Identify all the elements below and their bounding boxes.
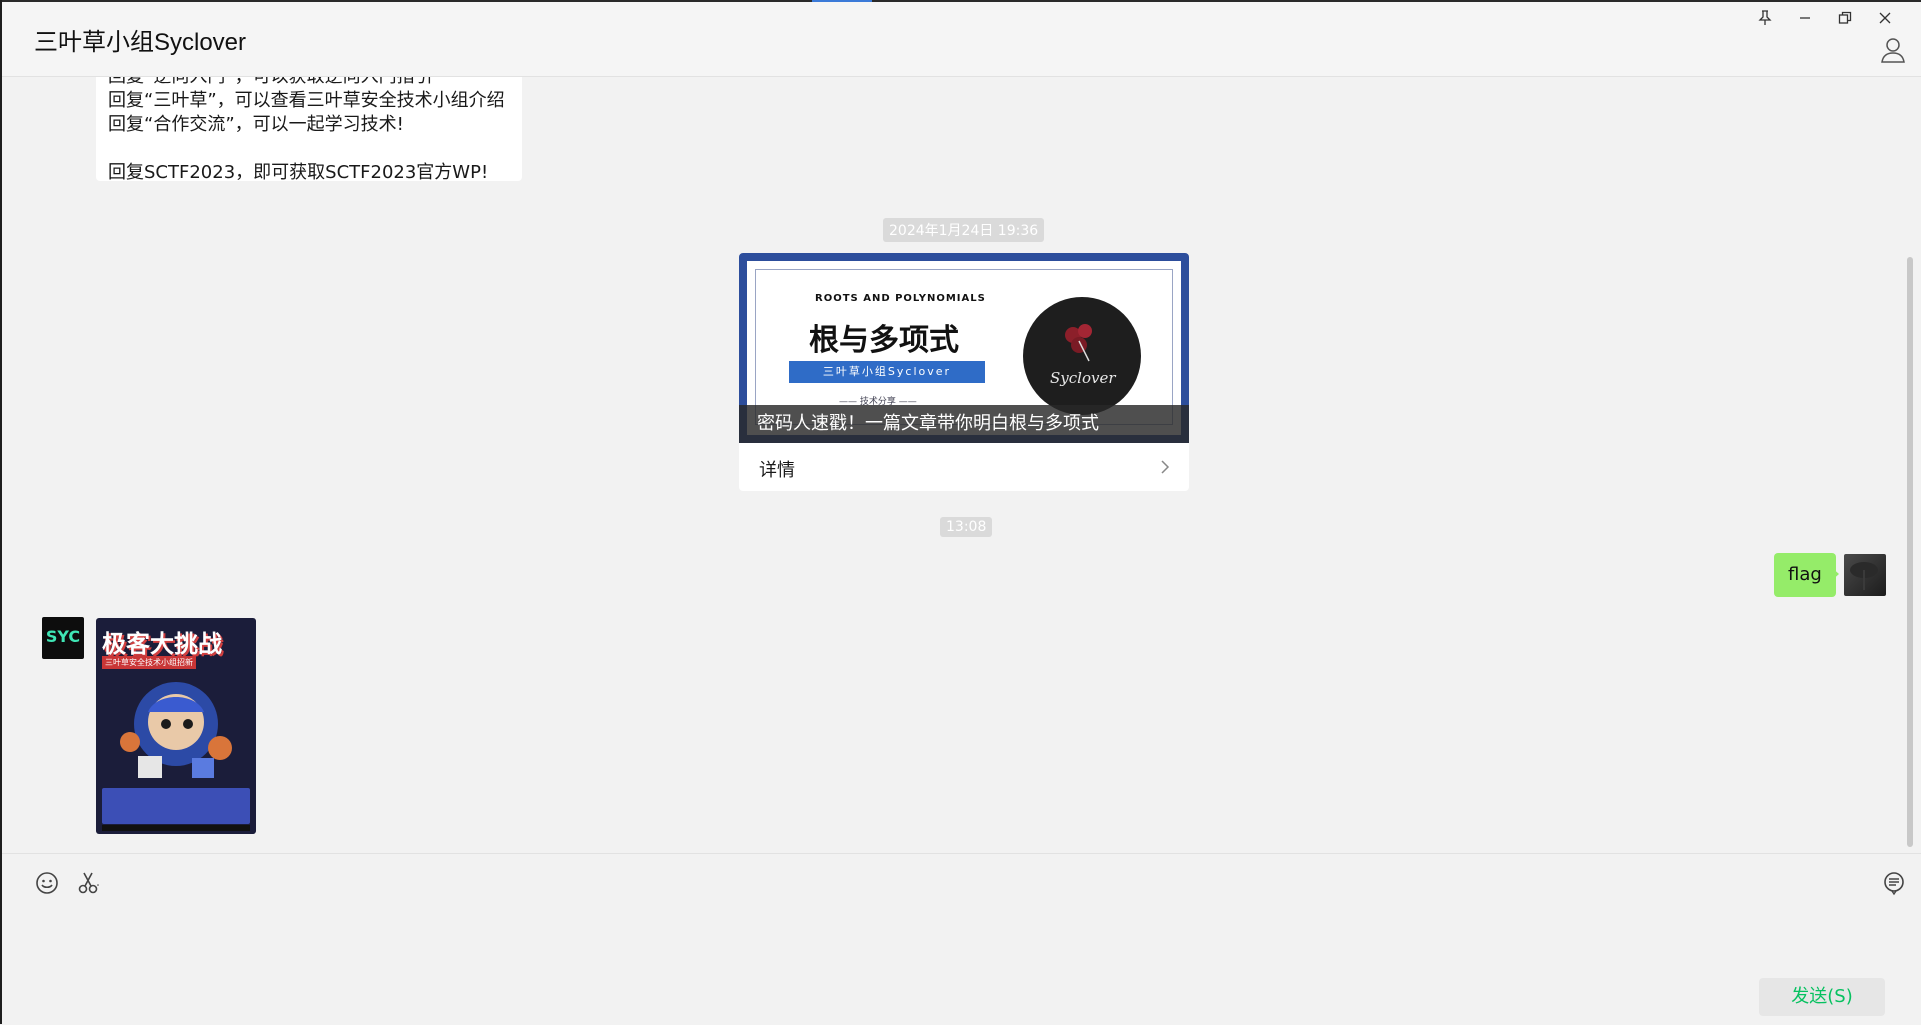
avatar-image: [1850, 562, 1878, 590]
poster-info-panel: [102, 788, 250, 824]
syclover-logo-circle: [1023, 297, 1141, 415]
close-icon: [1879, 12, 1891, 24]
cover-logo-text: Syclover: [1050, 369, 1116, 387]
avatar[interactable]: SYC: [42, 617, 84, 659]
scissors-icon[interactable]: [76, 870, 102, 896]
article-caption: 密码人速戳！一篇文章带你明白根与多项式: [739, 405, 1189, 443]
cover-english-title: ROOTS AND POLYNOMIALS: [815, 293, 986, 304]
timestamp-label: 2024年1月24日 19:36: [883, 218, 1045, 242]
chevron-right-icon: [1161, 460, 1170, 474]
clover-icon: [1065, 324, 1092, 362]
timestamp-label: 13:08: [940, 517, 993, 537]
emoji-icon[interactable]: [34, 870, 60, 896]
chat-history-icon[interactable]: [1881, 870, 1907, 896]
chat-title: 三叶草小组Syclover: [34, 29, 247, 56]
avatar[interactable]: [1844, 554, 1886, 596]
message-image-poster[interactable]: 极客大挑战 三叶草安全技术小组招新: [96, 618, 256, 834]
poster-subtitle: 三叶草安全技术小组招新: [102, 656, 196, 669]
pin-icon: [1758, 10, 1772, 25]
poster-illustration: [120, 682, 232, 778]
article-card[interactable]: ROOTS AND POLYNOMIALS 根与多项式 三叶草小组Syclove…: [739, 253, 1189, 491]
intro-line: 回复“合作交流”，可以一起学习技术!: [108, 114, 404, 135]
send-button[interactable]: 发送(S): [1759, 978, 1885, 1016]
minimize-icon: [1800, 17, 1810, 19]
message-list[interactable]: 回复“逆向入门”，可以获取逆向入门指引 回复“三叶草”，可以查看三叶草安全技术小…: [2, 77, 1921, 853]
composer: 发送(S): [2, 853, 1921, 1025]
cover-ribbon: 三叶草小组Syclover: [789, 361, 985, 383]
detail-label: 详情: [759, 460, 795, 481]
poster-title: 极客大挑战: [102, 630, 222, 658]
pin-button[interactable]: [1745, 4, 1785, 32]
article-cover: ROOTS AND POLYNOMIALS 根与多项式 三叶草小组Syclove…: [739, 253, 1189, 443]
chat-header: 三叶草小组Syclover: [2, 2, 1921, 77]
poster-footer: [102, 825, 250, 831]
close-button[interactable]: [1865, 4, 1905, 32]
message-bubble-intro[interactable]: 回复“逆向入门”，可以获取逆向入门指引 回复“三叶草”，可以查看三叶草安全技术小…: [96, 77, 522, 181]
chat-scrollbar[interactable]: [1907, 257, 1913, 847]
intro-line-blank: [108, 137, 510, 161]
chat-info-button[interactable]: [1879, 36, 1907, 64]
minimize-button[interactable]: [1785, 4, 1825, 32]
restore-icon: [1838, 11, 1852, 24]
intro-line: 回复“逆向入门”，可以获取逆向入门指引: [108, 77, 510, 89]
restore-button[interactable]: [1825, 4, 1865, 32]
intro-line: 回复“三叶草”，可以查看三叶草安全技术小组介绍: [108, 90, 505, 111]
person-icon: [1881, 38, 1905, 63]
intro-line: 回复SCTF2023，即可获取SCTF2023官方WP!: [108, 162, 489, 181]
article-detail-row[interactable]: 详情: [739, 443, 1189, 491]
cover-chinese-title: 根与多项式: [809, 323, 959, 358]
bubble-tail: [1830, 566, 1839, 582]
message-bubble-outgoing[interactable]: flag: [1774, 553, 1836, 597]
avatar-text: SYC: [45, 627, 81, 646]
